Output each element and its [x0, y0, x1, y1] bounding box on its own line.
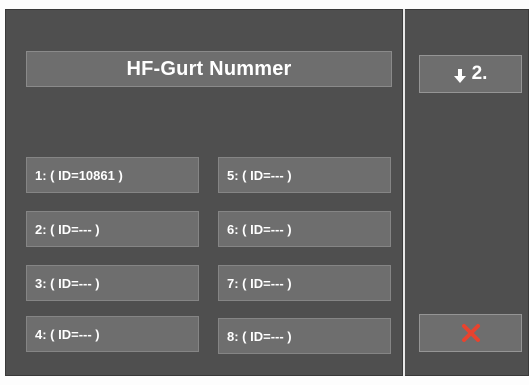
arrow-down-icon [453, 67, 466, 83]
close-button[interactable] [419, 314, 522, 352]
slot-button-8[interactable]: 8: ( ID=--- ) [218, 318, 391, 354]
screen: HF-Gurt Nummer 1: ( ID=10861 ) 2: ( ID=-… [0, 0, 529, 385]
slot-button-4[interactable]: 4: ( ID=--- ) [26, 316, 199, 352]
slot-button-1[interactable]: 1: ( ID=10861 ) [26, 157, 199, 193]
next-page-label: 2. [471, 63, 488, 84]
slot-button-3[interactable]: 3: ( ID=--- ) [26, 265, 199, 301]
slot-button-7[interactable]: 7: ( ID=--- ) [218, 265, 391, 301]
page-title: HF-Gurt Nummer [26, 51, 392, 87]
slot-button-2[interactable]: 2: ( ID=--- ) [26, 211, 199, 247]
slot-button-5[interactable]: 5: ( ID=--- ) [218, 157, 391, 193]
close-x-icon [461, 323, 481, 343]
next-page-button[interactable]: 2. [419, 55, 522, 93]
slot-button-6[interactable]: 6: ( ID=--- ) [218, 211, 391, 247]
